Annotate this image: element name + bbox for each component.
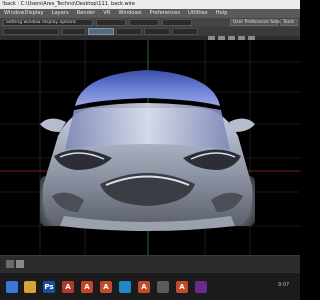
taskbar-app-purple[interactable] xyxy=(195,281,207,293)
bottom-status-bar xyxy=(0,255,300,272)
toolbar-field-2[interactable] xyxy=(96,19,126,26)
menu-preferences[interactable]: Preferences xyxy=(146,9,185,18)
menu-utilities[interactable]: Utilities xyxy=(184,9,212,18)
taskbar-app-explorer[interactable] xyxy=(24,281,36,293)
shelf-slot-selected[interactable] xyxy=(88,28,114,35)
menu-bar: WindowDisplay Layers Render VR Windows P… xyxy=(0,9,300,18)
tools-button[interactable]: Tools xyxy=(280,19,298,26)
taskbar-app-autodesk-glyph: A xyxy=(65,283,71,291)
taskbar-app-alias-3-glyph: A xyxy=(179,283,185,291)
top-toolbar: Setting window display options User Pref… xyxy=(0,18,300,27)
layer-swatch-1[interactable] xyxy=(6,260,14,268)
taskbar-app-vred[interactable] xyxy=(157,281,169,293)
windshield xyxy=(75,70,220,106)
status-message-text: Setting window display options xyxy=(6,20,77,25)
os-taskbar: Ps A A A A A 9:07 xyxy=(0,272,300,300)
toolbar-field-3[interactable] xyxy=(129,19,159,26)
taskbar-app-alias-glyph: A xyxy=(103,283,109,291)
taskbar-app-autodesk-2-glyph: A xyxy=(84,283,90,291)
user-preference-sets-label: User Preference Sets xyxy=(233,20,280,25)
layer-swatch-2[interactable] xyxy=(16,260,24,268)
shelf-slot-4[interactable] xyxy=(116,28,142,35)
shelf-slot-5[interactable] xyxy=(144,28,170,35)
car-model[interactable] xyxy=(30,66,265,238)
menu-windowdisplay[interactable]: WindowDisplay xyxy=(0,9,48,18)
menu-windows[interactable]: Windows xyxy=(114,9,145,18)
shelf-slot-6[interactable] xyxy=(172,28,198,35)
toolbar-field-4[interactable] xyxy=(162,19,192,26)
window-title: !back : C:\Users\Ares_Techno\Desktop\111… xyxy=(2,1,135,7)
hood xyxy=(65,103,230,150)
system-tray-time: 9:07 xyxy=(278,282,290,288)
shelf-slot-2[interactable] xyxy=(62,28,86,35)
menu-help[interactable]: Help xyxy=(212,9,232,18)
user-preference-sets-button[interactable]: User Preference Sets xyxy=(230,19,280,26)
menu-vr[interactable]: VR xyxy=(99,9,114,18)
status-message-field: Setting window display options xyxy=(3,19,93,26)
shelf-toolbar xyxy=(0,27,300,36)
window-title-bar: !back : C:\Users\Ares_Techno\Desktop\111… xyxy=(0,0,300,9)
application-screen: !back : C:\Users\Ares_Techno\Desktop\111… xyxy=(0,0,300,300)
windows-start-icon[interactable] xyxy=(6,281,18,293)
tools-label: Tools xyxy=(283,20,295,25)
menu-layers[interactable]: Layers xyxy=(48,9,73,18)
3d-viewport[interactable] xyxy=(0,40,300,255)
shelf-slot-1[interactable] xyxy=(3,28,59,35)
taskbar-app-alias-2-glyph: A xyxy=(141,283,147,291)
taskbar-app-blue[interactable] xyxy=(119,281,131,293)
menu-render[interactable]: Render xyxy=(73,9,99,18)
taskbar-app-photoshop-glyph: Ps xyxy=(44,283,54,291)
